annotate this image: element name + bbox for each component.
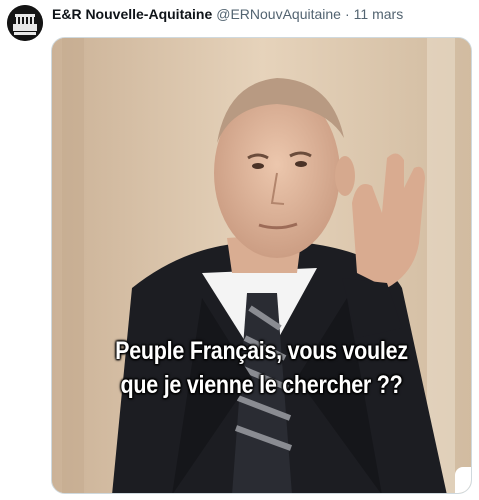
egalite-reconciliation-logo-icon [7,5,43,41]
caption-line-1: Peuple Français, vous voulez [115,337,408,365]
tweet-media-image[interactable]: Peuple Français, vous voulez que je vien… [51,37,472,494]
media-corner-overlay [455,467,471,493]
photo-scene [52,38,471,493]
avatar[interactable] [7,5,43,41]
tweet-date[interactable]: 11 mars [354,5,404,23]
author-handle[interactable]: @ERNouvAquitaine [216,5,341,23]
tweet[interactable]: E&R Nouvelle-Aquitaine @ERNouvAquitaine … [0,0,479,500]
media-caption: Peuple Français, vous voulez que je vien… [81,334,441,402]
caption-line-2: que je vienne le chercher ?? [120,371,403,399]
tweet-header: E&R Nouvelle-Aquitaine @ERNouvAquitaine … [52,5,403,23]
author-name[interactable]: E&R Nouvelle-Aquitaine [52,5,212,23]
separator-dot: · [344,6,350,22]
